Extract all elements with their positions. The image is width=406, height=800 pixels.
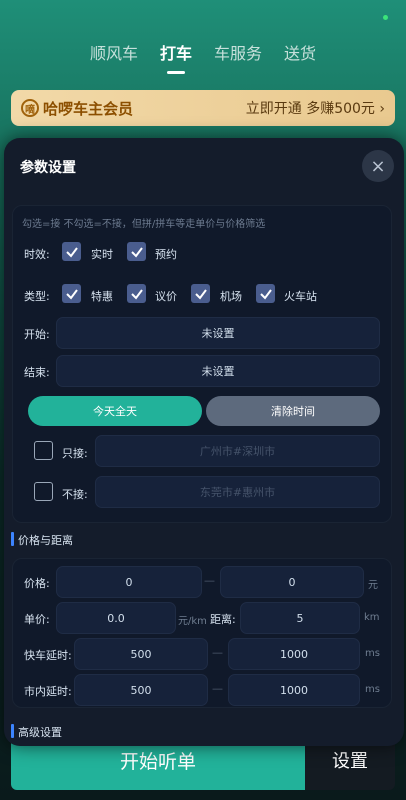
unit-price-label: 单价: <box>24 613 50 626</box>
check-icon <box>65 246 78 258</box>
checkbox-realtime[interactable] <box>62 242 81 261</box>
checkbox-train-station-label: 火车站 <box>284 290 317 303</box>
filter-hint: 勾选=接 不勾选=不接，但拼/拼车等走单价与价格筛选 <box>22 219 266 230</box>
clear-time-button[interactable]: 清除时间 <box>206 396 380 426</box>
check-icon <box>259 288 272 300</box>
member-cta[interactable]: 立即开通 多赚500元 › <box>246 98 385 118</box>
city-delay-unit: ms <box>365 684 380 695</box>
price-max-input[interactable]: 0 <box>220 566 364 598</box>
check-icon <box>130 246 143 258</box>
type-label: 类型: <box>24 290 50 303</box>
checkbox-airport[interactable] <box>191 284 210 303</box>
checkbox-tehui-label: 特惠 <box>91 290 113 303</box>
timing-label: 时效: <box>24 248 50 261</box>
express-delay-min-input[interactable]: 500 <box>74 638 208 670</box>
price-section-title: 价格与距离 <box>11 532 73 547</box>
advanced-section-title: 高级设置 <box>11 724 62 739</box>
only-accept-input[interactable]: 广州市#深圳市 <box>95 435 380 467</box>
distance-unit: km <box>364 612 380 623</box>
checkbox-yijia-label: 议价 <box>155 290 177 303</box>
start-time-field[interactable]: 未设置 <box>56 317 380 349</box>
tab-che-fuwu[interactable]: 车服务 <box>214 40 262 74</box>
end-time-field[interactable]: 未设置 <box>56 355 380 387</box>
only-accept-label: 只接: <box>62 447 88 460</box>
checkbox-tehui[interactable] <box>62 284 81 303</box>
distance-input[interactable]: 5 <box>240 602 360 634</box>
checkbox-reserve-label: 预约 <box>155 248 177 261</box>
unit-price-input[interactable]: 0.0 <box>56 602 176 634</box>
all-day-button[interactable]: 今天全天 <box>28 396 202 426</box>
price-min-input[interactable]: 0 <box>56 566 202 598</box>
express-delay-label: 快车延时: <box>24 649 72 662</box>
not-accept-input[interactable]: 东莞市#惠州市 <box>95 476 380 508</box>
check-icon <box>130 288 143 300</box>
member-banner[interactable]: 嘀 哈啰车主会员 立即开通 多赚500元 › <box>11 90 395 126</box>
express-delay-dash: — <box>212 646 223 659</box>
city-delay-label: 市内延时: <box>24 685 72 698</box>
tab-songhuo[interactable]: 送货 <box>284 40 316 74</box>
city-delay-dash: — <box>212 682 223 695</box>
city-delay-min-input[interactable]: 500 <box>74 674 208 706</box>
checkbox-only-accept[interactable] <box>34 441 53 460</box>
member-logo-icon: 嘀 <box>21 99 39 117</box>
checkbox-yijia[interactable] <box>127 284 146 303</box>
settings-modal: 参数设置 × 勾选=接 不勾选=不接，但拼/拼车等走单价与价格筛选 时效: 实时… <box>4 138 404 746</box>
member-title: 哈啰车主会员 <box>43 99 134 118</box>
price-unit: 元 <box>368 580 378 591</box>
close-icon[interactable]: × <box>362 150 394 182</box>
checkbox-train-station[interactable] <box>256 284 275 303</box>
modal-title: 参数设置 <box>20 160 76 176</box>
express-delay-unit: ms <box>365 648 380 659</box>
status-indicator <box>383 15 388 20</box>
express-delay-max-input[interactable]: 1000 <box>228 638 360 670</box>
check-icon <box>194 288 207 300</box>
price-label: 价格: <box>24 577 50 590</box>
checkbox-realtime-label: 实时 <box>91 248 113 261</box>
start-label: 开始: <box>24 328 50 341</box>
unit-price-unit: 元/km <box>178 616 207 627</box>
checkbox-reserve[interactable] <box>127 242 146 261</box>
checkbox-not-accept[interactable] <box>34 482 53 501</box>
city-delay-max-input[interactable]: 1000 <box>228 674 360 706</box>
check-icon <box>65 288 78 300</box>
tab-shunfengche[interactable]: 顺风车 <box>90 40 138 74</box>
top-tabs: 顺风车 打车 车服务 送货 <box>0 40 406 74</box>
price-dash: — <box>204 574 215 587</box>
tab-dache[interactable]: 打车 <box>160 40 192 74</box>
end-label: 结束: <box>24 366 50 379</box>
checkbox-airport-label: 机场 <box>220 290 242 303</box>
not-accept-label: 不接: <box>62 488 88 501</box>
distance-label: 距离: <box>210 613 236 626</box>
